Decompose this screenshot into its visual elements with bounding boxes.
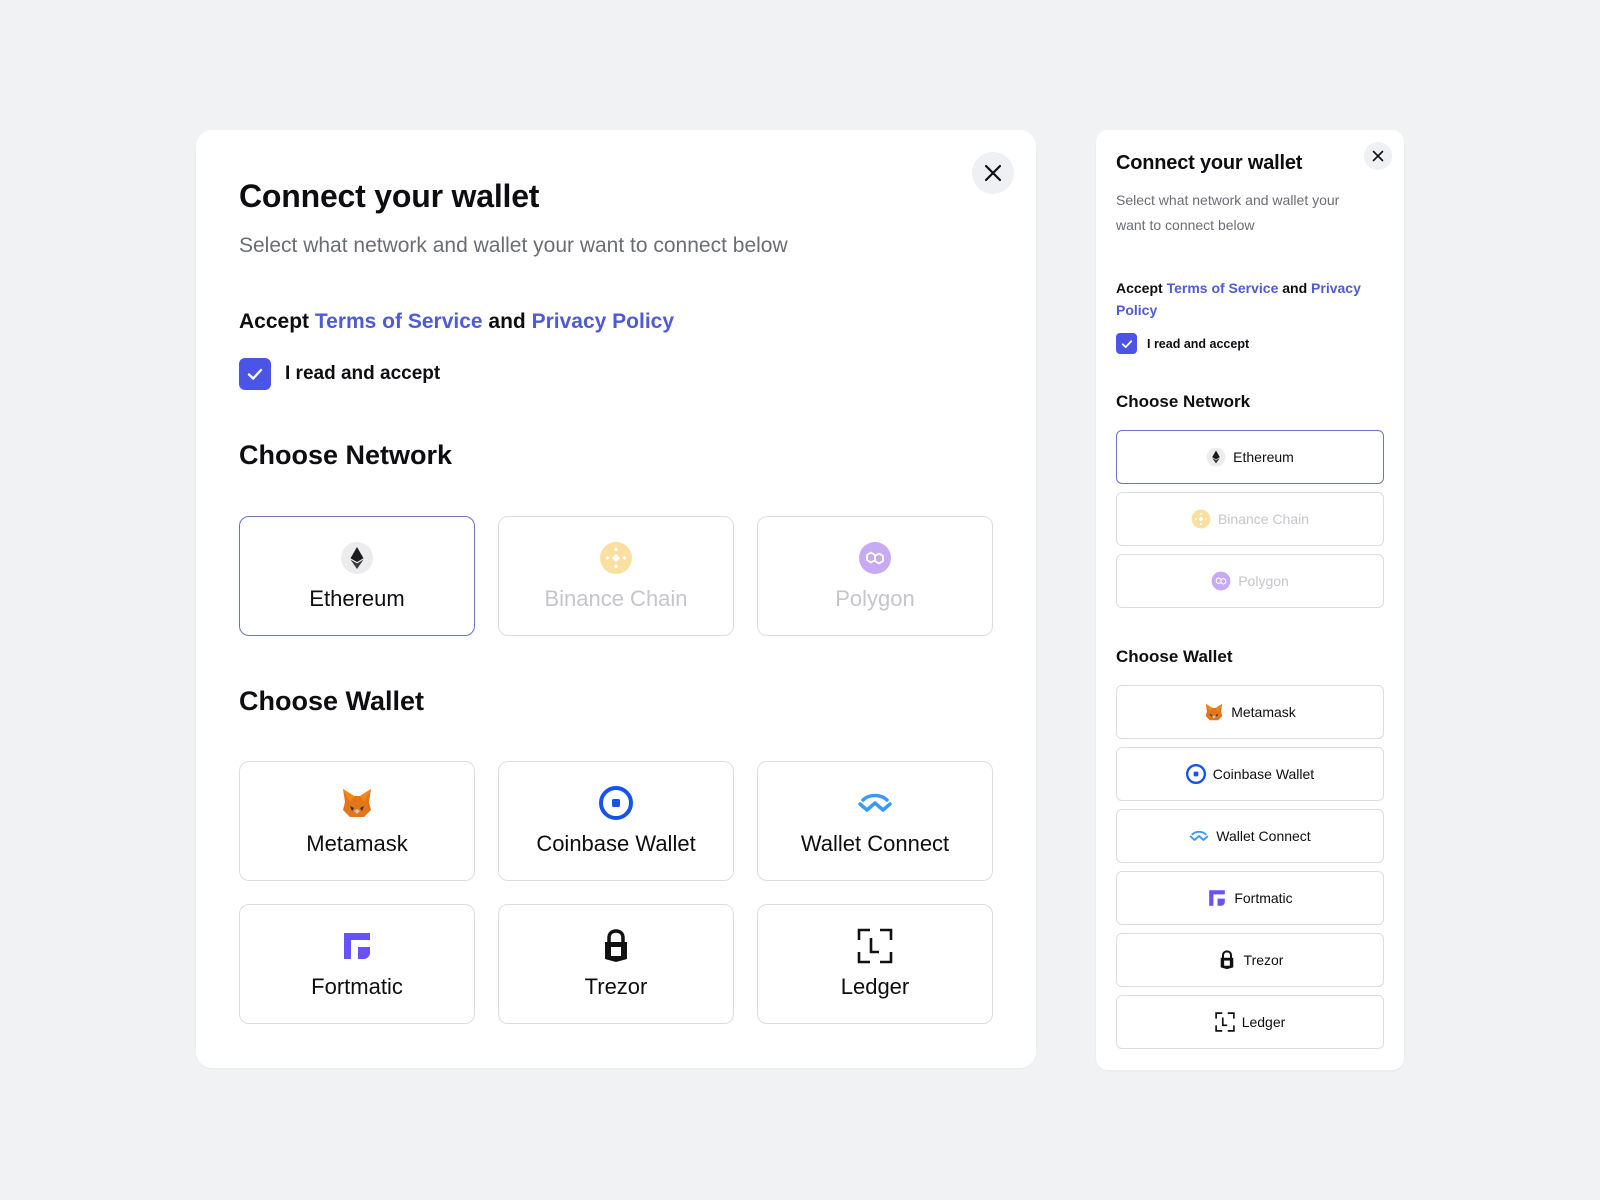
ledger-icon [857,928,893,964]
choose-network-heading: Choose Network [239,440,453,470]
modal-title: Connect your wallet [1116,152,1303,174]
wallet-option-ledger[interactable]: Ledger [1116,995,1384,1049]
close-button[interactable] [972,152,1014,194]
accept-terms-text: Accept Terms of Service and Privacy Poli… [239,310,674,334]
accept-prefix: Accept [1116,280,1163,296]
wallet-label: Trezor [1243,952,1284,968]
walletconnect-icon [1189,826,1209,846]
wallet-label: Coinbase Wallet [536,831,696,856]
wallet-option-coinbase-wallet[interactable]: Coinbase Wallet [1116,747,1384,801]
network-label: Polygon [835,586,915,611]
accept-checkbox-row[interactable]: I read and accept [1116,333,1249,354]
accept-checkbox[interactable] [239,358,271,390]
wallet-option-ledger[interactable]: Ledger [757,904,993,1024]
binance-icon [1191,509,1211,529]
connect-wallet-modal-large: Connect your wallet Select what network … [196,130,1036,1068]
polygon-icon [857,540,893,576]
wallet-option-trezor[interactable]: Trezor [498,904,734,1024]
accept-terms-text: Accept Terms of Service and Privacy Poli… [1116,277,1376,321]
accept-and: and [488,310,526,333]
trezor-lock-icon [1217,950,1237,970]
network-options: Ethereum Binance Chain Polygon [1116,430,1384,608]
network-label: Binance Chain [544,586,688,611]
network-option-polygon[interactable]: Polygon [1116,554,1384,608]
wallet-label: Trezor [584,974,648,999]
network-label: Ethereum [1233,449,1294,465]
close-button[interactable] [1364,142,1392,170]
wallet-label: Metamask [1231,704,1296,720]
network-label: Polygon [1238,573,1289,589]
metamask-fox-icon [339,785,375,821]
ethereum-icon [339,540,375,576]
checkmark-icon [247,368,263,380]
close-icon [984,164,1002,182]
privacy-policy-link[interactable]: Privacy Policy [532,310,674,333]
network-option-polygon[interactable]: Polygon [757,516,993,636]
wallet-label: Ledger [840,974,910,999]
connect-wallet-modal-small: Connect your wallet Select what network … [1096,130,1404,1070]
accept-checkbox-label: I read and accept [285,363,441,384]
terms-of-service-link[interactable]: Terms of Service [1167,280,1279,296]
wallet-option-fortmatic[interactable]: Fortmatic [239,904,475,1024]
network-label: Binance Chain [1217,511,1310,527]
coinbase-icon [598,785,634,821]
wallet-label: Wallet Connect [1216,828,1311,844]
terms-of-service-link[interactable]: Terms of Service [315,310,483,333]
wallet-option-wallet-connect[interactable]: Wallet Connect [757,761,993,881]
wallet-option-trezor[interactable]: Trezor [1116,933,1384,987]
accept-and: and [1282,280,1308,296]
wallet-option-fortmatic[interactable]: Fortmatic [1116,871,1384,925]
wallet-option-coinbase-wallet[interactable]: Coinbase Wallet [498,761,734,881]
wallet-option-metamask[interactable]: Metamask [1116,685,1384,739]
modal-title: Connect your wallet [239,178,540,214]
wallet-options: Metamask Coinbase Wallet Wallet Connect … [239,761,993,1024]
checkmark-icon [1121,339,1132,348]
wallet-label: Fortmatic [311,974,403,999]
choose-wallet-heading: Choose Wallet [1116,647,1233,666]
wallet-label: Ledger [1241,1014,1286,1030]
wallet-option-wallet-connect[interactable]: Wallet Connect [1116,809,1384,863]
modal-subtitle: Select what network and wallet your want… [239,234,788,257]
network-option-binance-chain[interactable]: Binance Chain [498,516,734,636]
fortmatic-icon [339,928,375,964]
accept-checkbox-label: I read and accept [1147,336,1250,351]
walletconnect-icon [857,785,893,821]
accept-prefix: Accept [239,310,310,333]
wallet-label: Coinbase Wallet [1212,766,1315,782]
accept-checkbox-row[interactable]: I read and accept [239,358,440,390]
network-option-ethereum[interactable]: Ethereum [1116,430,1384,484]
network-option-binance-chain[interactable]: Binance Chain [1116,492,1384,546]
ethereum-icon [1206,447,1226,467]
wallet-options: Metamask Coinbase Wallet Wallet Connect … [1116,685,1384,1049]
wallet-option-metamask[interactable]: Metamask [239,761,475,881]
network-option-ethereum[interactable]: Ethereum [239,516,475,636]
fortmatic-icon [1207,888,1227,908]
choose-wallet-heading: Choose Wallet [239,686,425,716]
metamask-fox-icon [1204,702,1224,722]
modal-subtitle: Select what network and wallet your want… [1116,192,1340,233]
binance-icon [598,540,634,576]
coinbase-icon [1185,764,1206,784]
trezor-lock-icon [598,928,634,964]
polygon-icon [1211,571,1231,591]
close-icon [1372,150,1384,162]
wallet-label: Fortmatic [1234,890,1293,906]
wallet-label: Metamask [306,831,408,856]
network-options: Ethereum Binance Chain Polygon [239,516,993,636]
wallet-label: Wallet Connect [800,831,950,856]
accept-checkbox[interactable] [1116,333,1137,354]
choose-network-heading: Choose Network [1116,392,1251,411]
network-label: Ethereum [309,586,405,611]
ledger-icon [1214,1012,1235,1032]
